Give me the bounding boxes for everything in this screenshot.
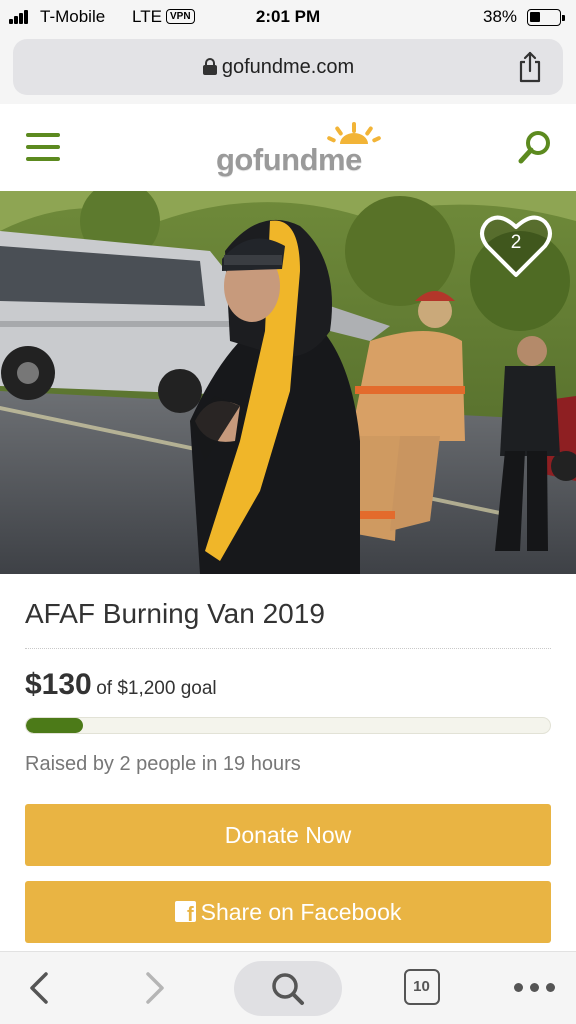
hamburger-menu-icon[interactable] bbox=[26, 133, 60, 161]
share-on-facebook-button[interactable]: f Share on Facebook bbox=[25, 881, 551, 943]
campaign-photo: 2 bbox=[0, 191, 576, 574]
campaign-meta: Raised by 2 people in 19 hours bbox=[25, 753, 301, 775]
battery-percentage: 38% bbox=[483, 7, 518, 26]
search-icon bbox=[272, 973, 304, 1005]
raised-summary: $130 of $1,200 goal bbox=[25, 668, 217, 702]
battery-icon bbox=[527, 9, 565, 26]
goal-text: of $1,200 goal bbox=[96, 678, 217, 699]
logo-text: gofundme bbox=[216, 142, 362, 177]
address-bar[interactable]: gofundme.com bbox=[13, 39, 563, 95]
url-text: gofundme.com bbox=[221, 56, 355, 78]
donate-now-button[interactable]: Donate Now bbox=[25, 804, 551, 866]
chevron-left-icon[interactable] bbox=[26, 970, 54, 1006]
divider bbox=[25, 648, 551, 649]
progress-fill bbox=[26, 718, 83, 733]
chevron-right-icon[interactable] bbox=[140, 970, 168, 1006]
battery-fill bbox=[530, 12, 541, 22]
campaign-title: AFAF Burning Van 2019 bbox=[25, 598, 325, 629]
share-icon[interactable] bbox=[517, 51, 543, 83]
tabs-button[interactable]: 10 bbox=[404, 969, 440, 1005]
heart-count: 2 bbox=[510, 232, 522, 253]
raised-amount: $130 bbox=[25, 668, 92, 701]
status-bar: T-Mobile LTE VPN 2:01 PM 38% bbox=[0, 0, 576, 34]
browser-address-area: gofundme.com bbox=[0, 34, 576, 104]
heart-button[interactable]: 2 bbox=[479, 213, 553, 279]
site-header: gofundme bbox=[0, 104, 576, 191]
search-icon[interactable] bbox=[518, 130, 552, 164]
tabs-count: 10 bbox=[413, 978, 430, 995]
progress-bar bbox=[25, 717, 551, 734]
search-button[interactable] bbox=[234, 961, 342, 1016]
share-on-facebook-label: Share on Facebook bbox=[200, 899, 402, 925]
facebook-icon: f bbox=[174, 901, 196, 925]
browser-toolbar: 10 bbox=[0, 951, 576, 1024]
more-dots-icon[interactable] bbox=[514, 983, 558, 993]
gofundme-logo[interactable]: gofundme bbox=[216, 122, 386, 178]
